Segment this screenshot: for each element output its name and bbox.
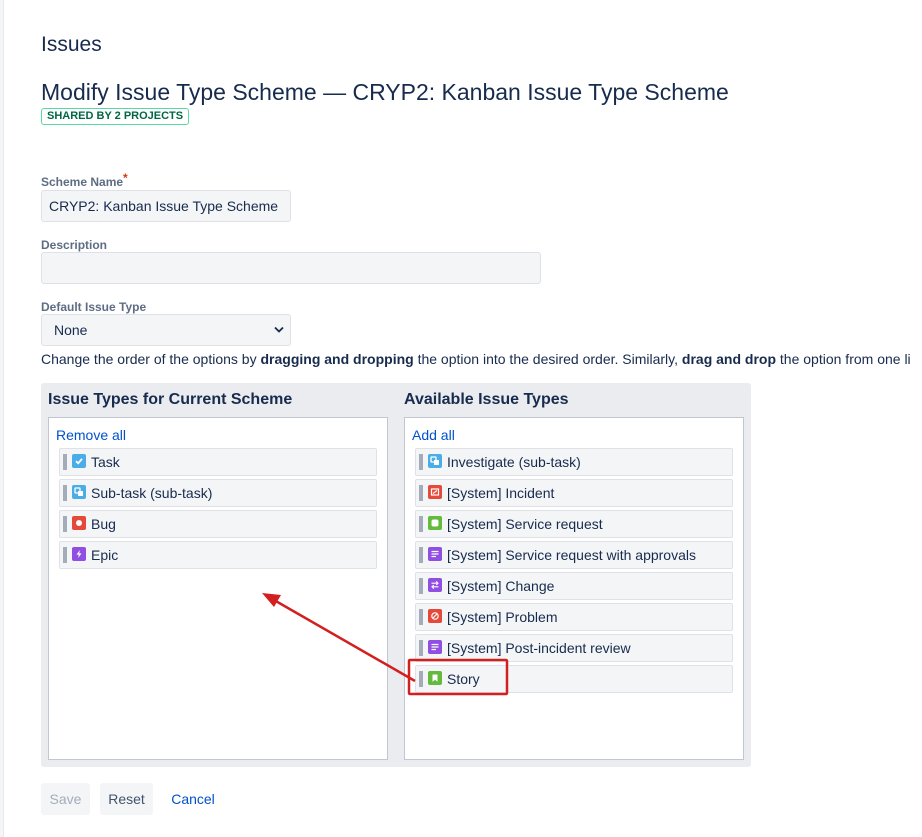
drag-handle-icon[interactable] <box>419 485 423 501</box>
change-icon <box>428 578 442 592</box>
item-label: [System] Service request with approvals <box>447 547 696 563</box>
subtask-icon <box>72 485 86 499</box>
help-text-part: the option from one li <box>776 351 911 367</box>
required-marker: * <box>123 171 128 185</box>
remove-all-link[interactable]: Remove all <box>56 427 126 443</box>
drag-drop-help-text: Change the order of the options by dragg… <box>41 351 911 367</box>
drag-handle-icon[interactable] <box>419 516 423 532</box>
default-issue-type-select[interactable]: None <box>41 314 291 346</box>
available-item-change[interactable]: [System] Change <box>415 572 733 600</box>
drag-handle-icon[interactable] <box>419 547 423 563</box>
current-item-bug[interactable]: Bug <box>59 510 377 538</box>
available-item-story[interactable]: Story <box>415 665 733 693</box>
item-label: Sub-task (sub-task) <box>91 485 213 501</box>
drag-handle-icon[interactable] <box>63 516 67 532</box>
default-issue-type-label: Default Issue Type <box>41 300 147 314</box>
task-icon <box>72 454 86 468</box>
help-text-part: Change the order of the options by <box>41 351 261 367</box>
available-types-title: Available Issue Types <box>404 391 569 408</box>
drag-handle-icon[interactable] <box>63 547 67 563</box>
available-item-service-request[interactable]: [System] Service request <box>415 510 733 538</box>
default-issue-type-value: None <box>54 322 88 338</box>
description-input[interactable] <box>41 252 541 284</box>
save-button[interactable]: Save <box>41 783 90 815</box>
scheme-name-label: Scheme Name* <box>41 171 128 189</box>
drag-handle-icon[interactable] <box>419 640 423 656</box>
current-item-sub-task[interactable]: Sub-task (sub-task) <box>59 479 377 507</box>
scheme-name-input[interactable]: CRYP2: Kanban Issue Type Scheme <box>41 190 291 222</box>
item-label: [System] Problem <box>447 609 558 625</box>
help-text-part: the option into the desired order. Simil… <box>413 351 682 367</box>
item-label: [System] Change <box>447 578 555 594</box>
item-label: [System] Service request <box>447 516 603 532</box>
drag-handle-icon[interactable] <box>419 454 423 470</box>
incident-icon <box>428 485 442 499</box>
available-item-post-incident-review[interactable]: [System] Post-incident review <box>415 634 733 662</box>
drag-handle-icon[interactable] <box>63 454 67 470</box>
story-icon <box>428 671 442 685</box>
drag-handle-icon[interactable] <box>419 578 423 594</box>
available-item-incident[interactable]: [System] Incident <box>415 479 733 507</box>
item-label: Epic <box>91 547 119 563</box>
scheme-name-label-text: Scheme Name <box>41 175 124 189</box>
item-label: Story <box>447 671 480 687</box>
scheme-heading: Modify Issue Type Scheme — CRYP2: Kanban… <box>41 79 729 105</box>
problem-icon <box>428 609 442 623</box>
drag-handle-icon[interactable] <box>63 485 67 501</box>
available-item-investigate[interactable]: Investigate (sub-task) <box>415 448 733 476</box>
epic-icon <box>72 547 86 561</box>
drag-handle-icon[interactable] <box>419 609 423 625</box>
investigate-icon <box>428 454 442 468</box>
chevron-down-icon <box>274 326 284 333</box>
help-text-bold: dragging and dropping <box>260 351 414 367</box>
service-request-icon <box>428 516 442 530</box>
left-sidebar-edge <box>0 0 4 837</box>
add-all-link[interactable]: Add all <box>412 427 455 443</box>
current-item-epic[interactable]: Epic <box>59 541 377 569</box>
description-label: Description <box>41 238 108 252</box>
item-label: Task <box>91 454 120 470</box>
item-label: Investigate (sub-task) <box>447 454 581 470</box>
bug-icon <box>72 516 86 530</box>
cancel-button[interactable]: Cancel <box>164 783 222 815</box>
help-text-bold: drag and drop <box>681 351 777 367</box>
available-item-service-request-approvals[interactable]: [System] Service request with approvals <box>415 541 733 569</box>
reset-button[interactable]: Reset <box>100 783 153 815</box>
drag-handle-icon[interactable] <box>419 671 423 687</box>
post-incident-review-icon <box>428 640 442 654</box>
current-item-task[interactable]: Task <box>59 448 377 476</box>
shared-projects-badge: SHARED BY 2 PROJECTS <box>41 108 190 125</box>
page-title: Issues <box>41 33 102 56</box>
available-item-problem[interactable]: [System] Problem <box>415 603 733 631</box>
item-label: [System] Post-incident review <box>447 640 631 656</box>
service-request-approvals-icon <box>428 547 442 561</box>
item-label: Bug <box>91 516 116 532</box>
current-scheme-title: Issue Types for Current Scheme <box>48 391 293 408</box>
item-label: [System] Incident <box>447 485 555 501</box>
